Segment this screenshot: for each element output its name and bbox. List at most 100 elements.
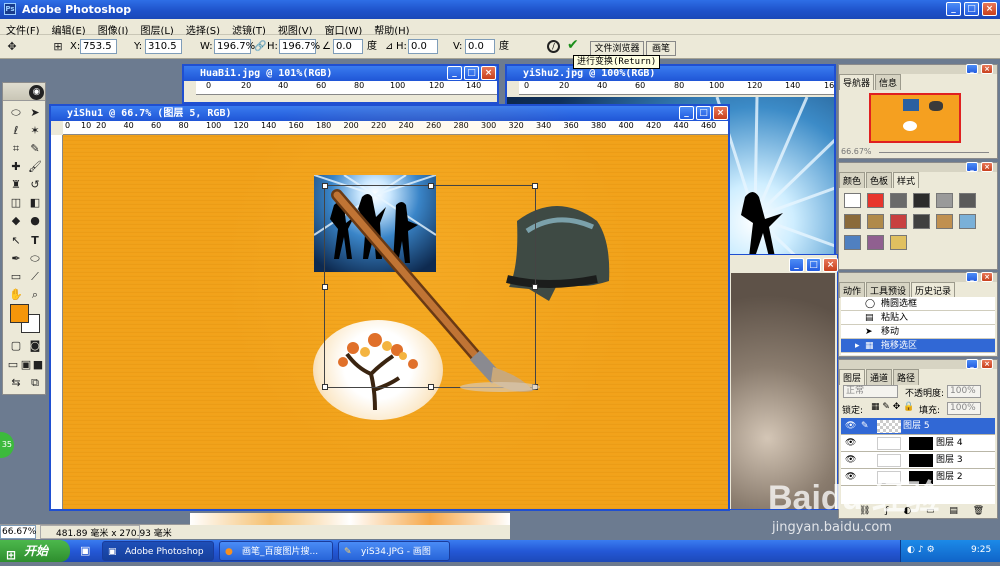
yishu1-minimize-icon[interactable]: _ (679, 106, 694, 120)
layers-minimize-icon[interactable]: _ (966, 359, 978, 369)
hidden-maximize-icon[interactable]: □ (806, 258, 821, 272)
quicklaunch-icon[interactable]: ▣ (80, 544, 90, 557)
eraser-tool-icon[interactable]: ◫ (8, 195, 24, 211)
eyedropper-icon[interactable]: ⟋ (27, 269, 43, 285)
foreground-color[interactable] (10, 304, 29, 323)
visibility-eye-icon[interactable]: 👁 (845, 452, 856, 469)
hidden-minimize-icon[interactable]: _ (789, 258, 804, 272)
color-tab[interactable]: 颜色 (839, 172, 866, 188)
style-swatch[interactable] (890, 193, 907, 208)
dodge-tool-icon[interactable]: ● (27, 213, 43, 229)
taskbar-item-paint[interactable]: ✎ yiS34.JPG - 画图 (338, 541, 450, 561)
h-field[interactable]: 196.7% (279, 39, 320, 54)
lock-icons[interactable]: ▦ ✎ ✥ 🔒 (871, 402, 914, 412)
history-item-active[interactable]: ▸ ▦ 拖移选区 (841, 339, 995, 353)
paths-tab[interactable]: 路径 (893, 369, 920, 385)
tray-icons[interactable]: ◐♪⚙ (907, 545, 938, 555)
crop-tool-icon[interactable]: ⌗ (8, 141, 24, 157)
style-swatch[interactable] (844, 235, 861, 250)
x-field[interactable]: 753.5 (80, 39, 117, 54)
status-zoom-field[interactable]: 66.67% (0, 525, 36, 539)
style-swatch[interactable] (844, 214, 861, 229)
tool-presets-tab[interactable]: 工具预设 (866, 282, 911, 298)
imageready-icon[interactable]: ⧉ (27, 375, 43, 391)
layer-row-active[interactable]: 👁 ✎ 图层 5 (841, 418, 995, 435)
heal-tool-icon[interactable]: ✚ (8, 159, 24, 175)
navigator-preview[interactable] (869, 93, 961, 143)
angle-field[interactable]: 0.0 (333, 39, 363, 54)
layer-row[interactable]: 👁 图层 4 (841, 435, 995, 452)
start-button[interactable]: ⊞ 开始 (0, 540, 70, 562)
navigator-tab[interactable]: 导航器 (839, 74, 875, 90)
style-swatch[interactable] (959, 193, 976, 208)
history-close-icon[interactable]: × (981, 272, 993, 282)
info-tab[interactable]: 信息 (875, 74, 902, 90)
blur-tool-icon[interactable]: ◆ (8, 213, 24, 229)
taskbar-item-photoshop[interactable]: ▣ Adobe Photoshop (102, 541, 214, 561)
jump-to-imageready-icon[interactable]: ⇆ (8, 375, 24, 391)
hand-tool-icon[interactable]: ✋ (8, 287, 24, 303)
taskbar-item-browser[interactable]: ● 画笔_百度图片搜... (219, 541, 333, 561)
style-swatch[interactable] (913, 193, 930, 208)
style-swatch[interactable] (936, 193, 953, 208)
move-tool-icon[interactable]: ✥ (4, 39, 20, 55)
nav-zoom-slider[interactable] (879, 152, 989, 157)
history-item[interactable]: ▤ 粘贴入 (841, 311, 995, 325)
style-swatch[interactable] (936, 214, 953, 229)
shape-tool-icon[interactable]: ⬭ (27, 251, 43, 267)
huabi-maximize-icon[interactable]: □ (464, 66, 479, 80)
move-tool-icon-2[interactable]: ➤ (27, 105, 43, 121)
brush-tab[interactable]: 画笔 (646, 41, 676, 56)
style-swatch[interactable] (913, 214, 930, 229)
style-swatch[interactable] (959, 214, 976, 229)
huabi-minimize-icon[interactable]: _ (447, 66, 462, 80)
swatches-minimize-icon[interactable]: _ (966, 162, 978, 172)
w-field[interactable]: 196.7% (214, 39, 255, 54)
nav-zoom[interactable]: 66.67% (841, 147, 872, 156)
maximize-icon[interactable]: □ (964, 2, 979, 16)
navigator-close-icon[interactable]: × (981, 64, 993, 74)
path-select-icon[interactable]: ↖ (8, 233, 24, 249)
bucket-tool-icon[interactable]: ◧ (27, 195, 43, 211)
screen-mode-3-icon[interactable]: ■ (30, 357, 46, 373)
history-item[interactable]: ◯ 椭圆选框 (841, 297, 995, 311)
notes-tool-icon[interactable]: ▭ (8, 269, 24, 285)
fill-field[interactable]: 100% (947, 402, 981, 415)
cancel-transform-icon[interactable]: / (547, 40, 560, 53)
brush-tool-icon[interactable]: 🖌 (27, 159, 43, 175)
layers-close-icon[interactable]: × (981, 359, 993, 369)
visibility-eye-icon[interactable]: 👁 (845, 435, 856, 452)
actions-tab[interactable]: 动作 (839, 282, 866, 298)
hskew-field[interactable]: 0.0 (408, 39, 438, 54)
style-swatch[interactable] (890, 235, 907, 250)
layers-tab[interactable]: 图层 (839, 369, 866, 385)
standard-mode-icon[interactable]: ▢ (8, 338, 24, 354)
close-icon[interactable]: × (982, 2, 997, 16)
styles-tab[interactable]: 样式 (893, 172, 920, 188)
hidden-close-icon[interactable]: × (823, 258, 838, 272)
opacity-field[interactable]: 100% (947, 385, 981, 398)
yishu1-maximize-icon[interactable]: □ (696, 106, 711, 120)
blend-mode-select[interactable]: 正常 (843, 385, 898, 398)
zoom-tool-icon[interactable]: ⌕ (27, 287, 43, 303)
reference-point-icon[interactable]: ⊞ (50, 39, 66, 55)
magic-wand-icon[interactable]: ✶ (27, 123, 43, 139)
link-icon[interactable]: 🔗 (254, 39, 266, 54)
pen-tool-icon[interactable]: ✒ (8, 251, 24, 267)
swatch-tab[interactable]: 色板 (866, 172, 893, 188)
style-swatch[interactable] (867, 193, 884, 208)
history-brush-icon[interactable]: ↺ (27, 177, 43, 193)
stamp-tool-icon[interactable]: ♜ (8, 177, 24, 193)
quickmask-mode-icon[interactable]: ◙ (27, 338, 43, 354)
lasso-tool-icon[interactable]: ℓ (8, 123, 24, 139)
commit-transform-icon[interactable]: ✔ (567, 37, 579, 53)
type-tool-icon[interactable]: T (27, 233, 43, 249)
history-minimize-icon[interactable]: _ (966, 272, 978, 282)
y-field[interactable]: 310.5 (145, 39, 182, 54)
channels-tab[interactable]: 通道 (866, 369, 893, 385)
minimize-icon[interactable]: _ (946, 2, 961, 16)
swatches-close-icon[interactable]: × (981, 162, 993, 172)
vskew-field[interactable]: 0.0 (465, 39, 495, 54)
file-browser-tab[interactable]: 文件浏览器 (590, 41, 644, 56)
history-item[interactable]: ➤ 移动 (841, 325, 995, 339)
